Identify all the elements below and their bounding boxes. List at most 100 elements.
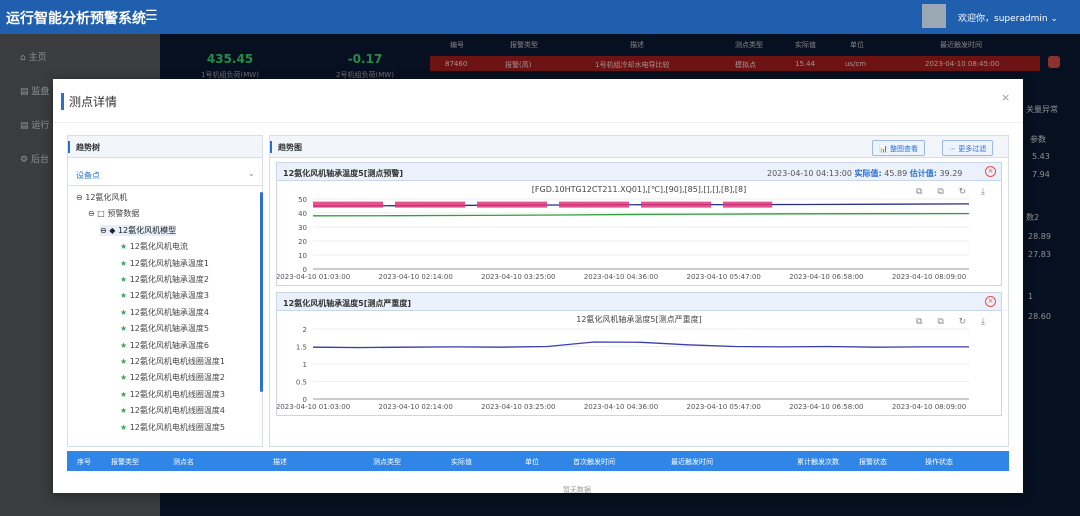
y-tick-label: 50 [298,196,307,204]
chart-title: 12氨化风机轴承温度5[测点严重度] [576,314,702,324]
tree-node-label: 12氨化风机电机线圈温度1 [129,357,225,366]
chart-panel-title: 12氨化风机轴承温度5[测点预警] [283,169,404,178]
leaf-icon: ★ [120,275,128,284]
y-tick-label: 0.5 [296,379,307,387]
expand-icon: ⊖ ◆ [100,225,116,235]
trend-tree-panel: 趋势树 设备点 ⌄ ⊖ 12氨化风机 ⊖ □ 预警数据 ⊖ ◆ 12氨化风机模型 ★ … [67,135,263,447]
tree-node[interactable]: ★ 12氨化风机电机线圈温度2 [120,372,225,383]
menu-toggle-icon[interactable]: ☰ [145,8,158,24]
x-tick-label: 2023-04-10 03:25:00 [481,273,555,281]
x-tick-label: 2023-04-10 05:47:00 [686,403,760,411]
table-column-header: 测点类型 [373,458,401,466]
close-icon[interactable]: × [985,166,996,177]
close-icon[interactable]: × [1001,91,1010,104]
chart-title: [FGD.10HTG12CT211.XQ01],[℃],[90],[85],[]… [532,185,746,194]
tree-scrollbar[interactable] [260,192,263,392]
tree-node[interactable]: ★ 12氨化风机电流 [120,241,188,252]
chart-severity-svg: 12氨化风机轴承温度5[测点严重度]00.511.522023-04-10 01… [276,314,969,411]
tree-node-label: 12氨化风机模型 [117,225,177,235]
user-welcome[interactable]: 欢迎你，superadmin ⌄ [958,11,1058,24]
x-tick-label: 2023-04-10 06:58:00 [789,403,863,411]
leaf-icon: ★ [120,242,128,252]
x-tick-label: 2023-04-10 01:03:00 [277,273,350,281]
tree-node[interactable]: ⊖ 12氨化风机 [76,192,127,203]
tree-node[interactable]: ★ 12氨化风机轴承温度2 [120,274,209,285]
trend-tree: ⊖ 12氨化风机 ⊖ □ 预警数据 ⊖ ◆ 12氨化风机模型 ★ 12氨化风机电流 ★ … [76,192,256,444]
y-tick-label: 20 [298,238,307,246]
chart-warning-svg: [FGD.10HTG12CT211.XQ01],[℃],[90],[85],[]… [276,185,970,281]
leaf-icon: ★ [120,291,128,301]
tree-node-label: 12氨化风机电机线圈温度4 [129,406,225,416]
point-detail-modal: 测点详情 × 趋势树 设备点 ⌄ ⊖ 12氨化风机 ⊖ □ 预警数据 ⊖ ◆ 12氨… [53,79,1023,494]
table-column-header: 首次触发时间 [573,458,615,466]
x-tick-label: 2023-04-10 04:36:00 [584,273,658,281]
x-tick-label: 2023-04-10 01:03:00 [277,403,350,411]
table-column-header: 操作状态 [925,458,953,466]
leaf-icon: ★ [120,258,128,268]
tree-node[interactable]: ★ 12氨化风机电机线圈温度5 [120,422,225,433]
x-tick-label: 2023-04-10 06:58:00 [789,273,863,281]
tree-node-label: 12氨化风机轴承温度5 [129,324,209,334]
tree-node[interactable]: ★ 12氨化风机电机线圈温度4 [120,405,225,416]
chart-tool-icons[interactable]: ⧉ ⧉ ↻ ⤓ [916,317,991,327]
tree-node[interactable]: ★ 12氨化风机电机线圈温度3 [120,389,225,400]
table-column-header: 测点名 [173,458,194,466]
chevron-down-icon: ⌄ [248,169,255,178]
expand-icon: ⊖ □ [88,209,105,219]
tree-node[interactable]: ★ 12氨化风机轴承温度1 [120,258,209,269]
modal-title: 测点详情 [61,93,117,110]
tree-node[interactable]: ★ 12氨化风机轴承温度6 [120,340,209,351]
series-line [312,212,970,217]
tree-node-label: 12氨化风机轴承温度4 [129,307,209,317]
device-point-select[interactable]: 设备点 ⌄ [68,162,262,186]
trend-chart-panel: 趋势图 📊 整图查看 ⋯ 更多过滤 12氨化风机轴承温度5[测点预警] 2023… [269,135,1009,447]
leaf-icon: ★ [120,389,128,399]
tree-node[interactable]: ★ 12氨化风机轴承温度3 [120,290,209,301]
expand-icon: ⊖ [76,193,83,202]
tree-node[interactable]: ★ 12氨化风机轴承温度4 [120,307,209,318]
x-tick-label: 2023-04-10 02:14:00 [378,403,452,411]
tree-node-label: 12氨化风机轴承温度1 [129,258,209,268]
leaf-icon: ★ [120,340,128,350]
y-tick-label: 10 [298,252,307,260]
y-tick-label: 40 [298,210,307,218]
chart-warning: 12氨化风机轴承温度5[测点预警] 2023-04-10 04:13:00 实际… [276,162,1002,286]
table-column-header: 序号 [77,458,91,466]
leaf-icon: ★ [120,422,128,432]
x-tick-label: 2023-04-10 08:09:00 [892,403,966,411]
more-filter-button[interactable]: ⋯ 更多过滤 [942,140,994,156]
y-tick-label: 1.5 [296,344,307,352]
table-column-header: 报警类型 [111,458,139,466]
tree-node-label: 12氨化风机电机线圈温度3 [129,389,225,399]
app-title: 运行智能分析预警系统 [6,11,146,27]
modal-header: 测点详情 × [53,79,1023,123]
avatar[interactable] [922,4,946,28]
table-column-header: 单位 [525,458,539,466]
tree-node-label: 12氨化风机轴承温度6 [129,340,209,350]
tree-node[interactable]: ★ 12氨化风机轴承温度5 [120,323,209,334]
x-tick-label: 2023-04-10 03:25:00 [481,403,555,411]
x-tick-label: 2023-04-10 08:09:00 [892,273,966,281]
y-tick-label: 1 [303,361,307,369]
close-icon[interactable]: × [985,296,996,307]
y-tick-label: 2 [303,326,307,334]
leaf-icon: ★ [120,307,128,317]
tree-node-label: 预警数据 [107,209,140,219]
tree-node[interactable]: ★ 12氨化风机电机线圈温度1 [120,356,225,367]
leaf-icon: ★ [120,406,128,416]
leaf-icon: ★ [120,373,128,383]
chart-panel-title: 12氨化风机轴承温度5[测点严重度] [283,299,412,308]
trend-tree-title: 趋势树 [68,136,262,158]
table-column-header: 最近触发时间 [671,458,713,466]
x-tick-label: 2023-04-10 05:47:00 [686,273,760,281]
tree-node-label: 12氨化风机轴承温度3 [129,291,209,301]
table-column-header: 累计触发次数 [797,458,839,466]
chart-tool-icons[interactable]: ⧉ ⧉ ↻ ⤓ [916,187,991,197]
tree-node[interactable]: ⊖ □ 预警数据 [88,208,139,219]
whole-view-button[interactable]: 📊 整图查看 [872,140,925,156]
tree-node-label: 12氨化风机电机线圈温度2 [129,373,225,383]
chart-meta: 2023-04-10 04:13:00 实际值: 45.89 估计值: 39.2… [767,169,963,178]
table-column-header: 实际值 [451,458,472,466]
tree-node[interactable]: ⊖ ◆ 12氨化风机模型 [100,224,177,236]
tree-node-label: 12氨化风机轴承温度2 [129,275,209,284]
